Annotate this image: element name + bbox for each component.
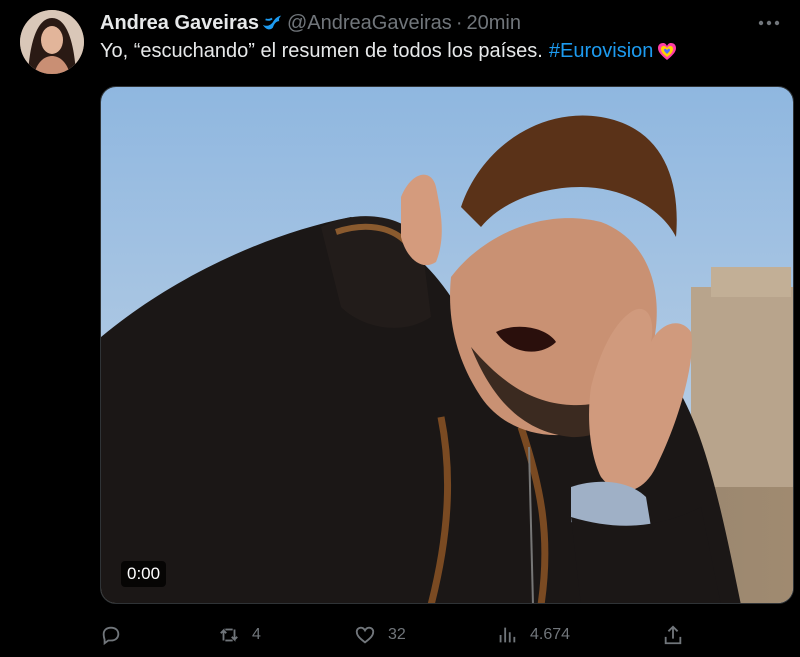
video-timestamp: 0:00 — [121, 561, 167, 587]
author-avatar[interactable] — [20, 10, 84, 74]
retweet-count: 4 — [252, 626, 261, 643]
tweet-header: Andrea Gaveiras @AndreaGaveiras · 20min — [100, 10, 521, 36]
tweet-body: Yo, “escuchando” el resumen de todos los… — [100, 40, 543, 62]
video-player[interactable]: 0:00 — [100, 86, 794, 604]
share-icon — [664, 625, 682, 645]
author-handle[interactable]: @AndreaGaveiras — [287, 12, 452, 35]
like-button[interactable]: 32 — [354, 620, 406, 650]
header-separator: · — [455, 11, 463, 34]
author-name[interactable]: Andrea Gaveiras — [100, 12, 259, 35]
reply-icon — [102, 626, 120, 646]
tweet-actions: 4 32 4.674 — [100, 620, 780, 650]
tweet-time[interactable]: 20min — [466, 12, 520, 35]
more-horizontal-icon — [758, 20, 780, 26]
eurovision-heart-icon — [658, 42, 677, 60]
retweet-button[interactable]: 4 — [218, 620, 261, 650]
video-frame — [101, 87, 793, 603]
reply-button[interactable] — [100, 620, 134, 650]
retweet-icon — [220, 628, 238, 642]
blue-bird-icon — [262, 15, 282, 30]
views-chart-icon — [499, 627, 516, 643]
tweet-text: Yo, “escuchando” el resumen de todos los… — [100, 40, 677, 63]
views-button[interactable]: 4.674 — [496, 620, 570, 650]
like-count: 32 — [388, 626, 406, 643]
hashtag-link[interactable]: #Eurovision — [549, 40, 654, 63]
share-button[interactable] — [662, 620, 696, 650]
more-options-button[interactable] — [752, 10, 786, 36]
views-count: 4.674 — [530, 626, 571, 643]
heart-icon — [355, 626, 375, 644]
